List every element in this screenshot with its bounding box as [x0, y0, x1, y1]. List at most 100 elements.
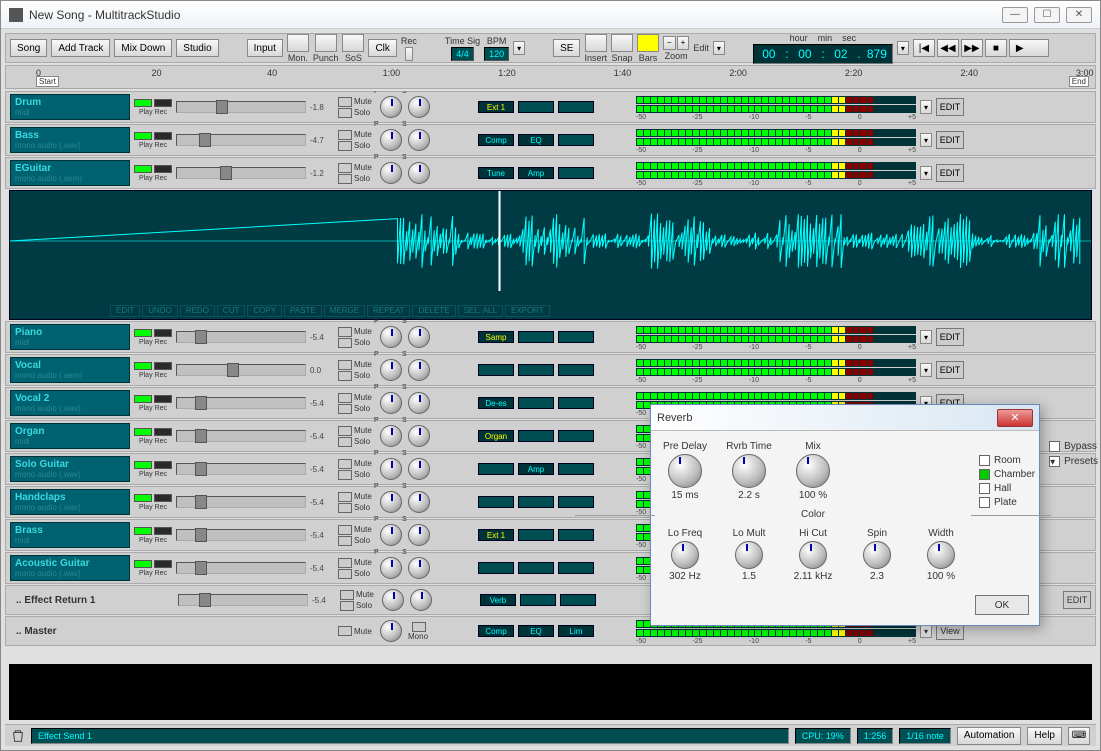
- punch-toggle[interactable]: [315, 34, 337, 52]
- zoom-in[interactable]: +: [677, 36, 690, 50]
- pan-knob[interactable]: [380, 392, 402, 414]
- mute-button[interactable]: [338, 327, 352, 337]
- pan-knob[interactable]: [380, 162, 402, 184]
- track-header[interactable]: Vocalmono audio (.aem): [10, 357, 130, 383]
- clk-button[interactable]: Clk: [368, 39, 396, 57]
- reverb-knob[interactable]: [671, 541, 699, 569]
- help-button[interactable]: Help: [1027, 727, 1062, 745]
- solo-button[interactable]: [338, 371, 352, 381]
- play-button[interactable]: ▶: [1009, 39, 1049, 57]
- mute-button[interactable]: [338, 163, 352, 173]
- track-header[interactable]: Organmidi: [10, 423, 130, 449]
- wave-repeat-button[interactable]: REPEAT: [367, 305, 410, 317]
- fx-slot[interactable]: [518, 397, 554, 409]
- time-dropdown[interactable]: ▾: [897, 41, 909, 55]
- rec-led[interactable]: [154, 461, 172, 469]
- volume-slider[interactable]: [176, 331, 306, 343]
- fx-slot[interactable]: [520, 594, 556, 606]
- send-knob[interactable]: [408, 458, 430, 480]
- send-knob[interactable]: [410, 589, 432, 611]
- reverb-type-option[interactable]: Room: [979, 455, 1035, 466]
- pan-knob[interactable]: [380, 359, 402, 381]
- send-knob[interactable]: [408, 557, 430, 579]
- automation-button[interactable]: Automation: [957, 727, 1022, 745]
- track-dropdown[interactable]: ▾: [920, 133, 932, 147]
- timesig-field[interactable]: 4/4: [451, 47, 474, 61]
- mute-button[interactable]: [338, 525, 352, 535]
- solo-button[interactable]: [338, 470, 352, 480]
- send-knob[interactable]: [408, 491, 430, 513]
- wave-sel. all-button[interactable]: SEL. ALL: [458, 305, 503, 317]
- send-knob[interactable]: [408, 425, 430, 447]
- mute-button[interactable]: [338, 130, 352, 140]
- volume-slider[interactable]: [176, 134, 306, 146]
- track-edit-button[interactable]: EDIT: [936, 98, 964, 116]
- close-button[interactable]: ✕: [1066, 7, 1092, 23]
- send-knob[interactable]: [408, 524, 430, 546]
- mon-toggle[interactable]: [287, 34, 309, 52]
- send-knob[interactable]: [408, 129, 430, 151]
- play-led[interactable]: [134, 395, 152, 403]
- send-knob[interactable]: [408, 96, 430, 118]
- play-led[interactable]: [134, 132, 152, 140]
- piano-roll-area[interactable]: [9, 664, 1092, 720]
- fx-slot[interactable]: [558, 397, 594, 409]
- fx-slot[interactable]: [560, 594, 596, 606]
- dialog-titlebar[interactable]: Reverb ✕: [651, 405, 1039, 431]
- fx-slot[interactable]: Verb: [480, 594, 516, 606]
- solo-button[interactable]: [338, 108, 352, 118]
- se-button[interactable]: SE: [553, 39, 580, 57]
- play-led[interactable]: [134, 329, 152, 337]
- rec-led[interactable]: [154, 560, 172, 568]
- rewind-button[interactable]: ◀◀: [937, 39, 959, 57]
- send-knob[interactable]: [408, 326, 430, 348]
- pan-knob[interactable]: [380, 620, 402, 642]
- rewind-start-button[interactable]: |◀: [913, 39, 935, 57]
- fx-slot[interactable]: Amp: [518, 463, 554, 475]
- pan-knob[interactable]: [380, 96, 402, 118]
- play-led[interactable]: [134, 560, 152, 568]
- fx-slot[interactable]: [518, 562, 554, 574]
- fx-slot[interactable]: [518, 331, 554, 343]
- wave-edit-button[interactable]: EDIT: [110, 305, 140, 317]
- solo-button[interactable]: [338, 141, 352, 151]
- rec-led[interactable]: [154, 395, 172, 403]
- volume-slider[interactable]: [176, 529, 306, 541]
- track-header[interactable]: EGuitarmono audio (.aem): [10, 160, 130, 186]
- mute-button[interactable]: [338, 97, 352, 107]
- add-track-menu[interactable]: Add Track: [51, 39, 110, 57]
- fx-slot[interactable]: [478, 562, 514, 574]
- reverb-knob[interactable]: [668, 454, 702, 488]
- mute-button[interactable]: [338, 459, 352, 469]
- fx-slot[interactable]: [518, 364, 554, 376]
- play-led[interactable]: [134, 362, 152, 370]
- pan-knob[interactable]: [380, 557, 402, 579]
- solo-button[interactable]: [338, 503, 352, 513]
- reverb-dialog[interactable]: Reverb ✕ Pre Delay 15 ms Rvrb Time 2.2 s…: [650, 404, 1040, 626]
- play-led[interactable]: [134, 99, 152, 107]
- wave-copy-button[interactable]: COPY: [247, 305, 282, 317]
- zoom-out[interactable]: −: [663, 36, 676, 50]
- fx-slot[interactable]: [558, 496, 594, 508]
- presets-dropdown[interactable]: ▾: [1049, 456, 1060, 467]
- reverb-knob[interactable]: [927, 541, 955, 569]
- wave-redo-button[interactable]: REDO: [180, 305, 215, 317]
- reverb-type-option[interactable]: Chamber: [979, 469, 1035, 480]
- forward-button[interactable]: ▶▶: [961, 39, 983, 57]
- reverb-knob[interactable]: [796, 454, 830, 488]
- mute-button[interactable]: [338, 492, 352, 502]
- effect-send-dropdown[interactable]: Effect Send 1: [31, 728, 789, 744]
- send-knob[interactable]: [408, 392, 430, 414]
- wave-paste-button[interactable]: PASTE: [284, 305, 322, 317]
- solo-button[interactable]: [338, 569, 352, 579]
- tempo-dropdown[interactable]: ▾: [513, 41, 525, 55]
- pan-knob[interactable]: [380, 491, 402, 513]
- grid-note-field[interactable]: 1/16 note: [899, 728, 951, 744]
- fx-slot[interactable]: [558, 463, 594, 475]
- mute-button[interactable]: [338, 558, 352, 568]
- wave-delete-button[interactable]: DELETE: [412, 305, 455, 317]
- solo-button[interactable]: [338, 404, 352, 414]
- track-dropdown[interactable]: ▾: [920, 624, 932, 638]
- pan-knob[interactable]: [380, 458, 402, 480]
- bpm-field[interactable]: 120: [484, 47, 509, 61]
